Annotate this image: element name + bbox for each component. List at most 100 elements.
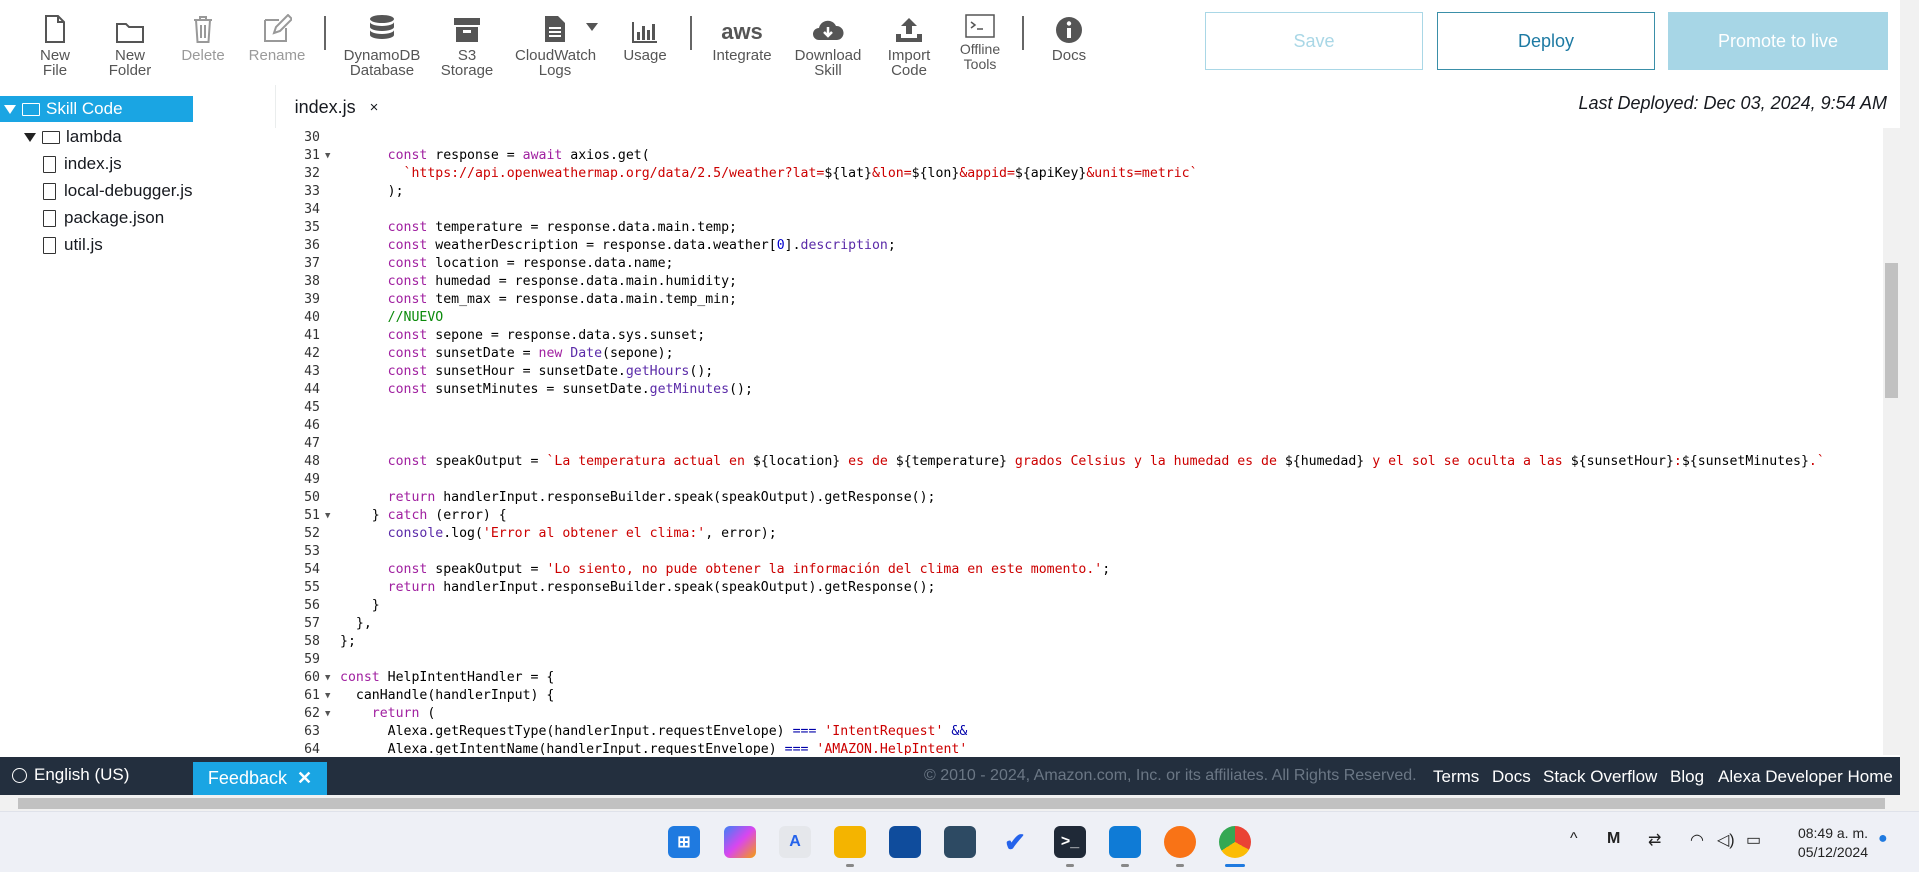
code-line[interactable]: 31 ▼ const response = await axios.get( — [275, 147, 1875, 165]
code-line[interactable]: 61 ▼ canHandle(handlerInput) { — [275, 687, 1875, 705]
tree-folder-lambda[interactable]: lambda — [20, 124, 122, 150]
chrome-icon[interactable] — [1219, 826, 1251, 858]
horizontal-scrollbar-thumb[interactable] — [18, 798, 1885, 809]
code-editor[interactable]: 30 31 ▼ const response = await axios.get(3… — [275, 128, 1890, 755]
code-line[interactable]: 52 console.log('Error al obtener el clim… — [275, 525, 1875, 543]
new-folder-button[interactable]: New Folder — [90, 8, 170, 78]
code-line[interactable]: 64 Alexa.getIntentName(handlerInput.requ… — [275, 741, 1875, 755]
footer-link-docs[interactable]: Docs — [1492, 767, 1531, 787]
translate-app-icon[interactable]: A — [779, 826, 811, 858]
import-code-button[interactable]: Import Code — [869, 8, 949, 78]
tree-file[interactable]: local-debugger.js — [43, 178, 193, 204]
tab-index-js[interactable]: index.js × — [275, 85, 397, 129]
code-line[interactable]: 58}; — [275, 633, 1875, 651]
integrate-button[interactable]: aws Integrate — [702, 8, 782, 64]
code-line[interactable]: 39 const tem_max = response.data.main.te… — [275, 291, 1875, 309]
code-line[interactable]: 55 return handlerInput.responseBuilder.s… — [275, 579, 1875, 597]
code-line[interactable]: 60 ▼ const HelpIntentHandler = { — [275, 669, 1875, 687]
vscode-icon[interactable] — [1109, 826, 1141, 858]
fold-toggle-icon[interactable]: ▼ — [325, 507, 330, 525]
code-line[interactable]: 43 const sunsetHour = sunsetDate.getHour… — [275, 363, 1875, 381]
fold-toggle-icon[interactable]: ▼ — [325, 705, 330, 723]
deploy-button[interactable]: Deploy — [1437, 12, 1655, 70]
volume-icon[interactable]: ◁) — [1717, 830, 1735, 850]
store-icon[interactable] — [889, 826, 921, 858]
new-file-icon — [45, 15, 65, 43]
code-line[interactable]: 63 Alexa.getRequestType(handlerInput.req… — [275, 723, 1875, 741]
s3-button[interactable]: S3 Storage — [427, 8, 507, 78]
code-line[interactable]: 48 const speakOutput = `La temperatura a… — [275, 453, 1875, 471]
chevron-down-icon[interactable] — [585, 22, 599, 32]
code-line[interactable]: 56 } — [275, 597, 1875, 615]
code-line[interactable]: 35 const temperature = response.data.mai… — [275, 219, 1875, 237]
fold-toggle-icon[interactable]: ▼ — [325, 669, 330, 687]
copilot-icon[interactable] — [724, 826, 756, 858]
new-file-button[interactable]: New File — [15, 8, 95, 78]
tree-file[interactable]: package.json — [43, 205, 164, 231]
tree-file[interactable]: index.js — [43, 151, 122, 177]
code-line[interactable]: 41 const sepone = response.data.sys.suns… — [275, 327, 1875, 345]
code-line[interactable]: 49 — [275, 471, 1875, 489]
usage-button[interactable]: Usage — [605, 8, 685, 63]
settings-tray-icon[interactable]: ⇄ — [1648, 830, 1661, 850]
code-line[interactable]: 44 const sunsetMinutes = sunsetDate.getM… — [275, 381, 1875, 399]
cloudwatch-button[interactable]: CloudWatch Logs — [515, 8, 596, 78]
code-line[interactable]: 59 — [275, 651, 1875, 669]
code-line[interactable]: 33 ); — [275, 183, 1875, 201]
code-line[interactable]: 42 const sunsetDate = new Date(sepone); — [275, 345, 1875, 363]
page-scrollbar[interactable] — [1900, 0, 1919, 795]
delete-button[interactable]: Delete — [163, 8, 243, 63]
chevron-up-icon[interactable]: ^ — [1570, 830, 1578, 848]
notification-bell-icon[interactable]: ● — [1878, 830, 1888, 848]
todo-icon[interactable]: ✔ — [999, 826, 1031, 858]
code-line[interactable]: 54 const speakOutput = 'Lo siento, no pu… — [275, 561, 1875, 579]
code-line[interactable]: 45 — [275, 399, 1875, 417]
editor-scrollbar-thumb[interactable] — [1885, 263, 1898, 398]
windows-start-icon[interactable]: ⊞ — [668, 826, 700, 858]
expand-triangle-icon[interactable] — [4, 104, 16, 114]
feedback-button[interactable]: Feedback ✕ — [193, 762, 327, 795]
firefox-icon[interactable] — [1164, 826, 1196, 858]
save-button[interactable]: Save — [1205, 12, 1423, 70]
code-line[interactable]: 36 const weatherDescription = response.d… — [275, 237, 1875, 255]
system-clock[interactable]: 08:49 a. m. 05/12/2024 — [1788, 824, 1868, 862]
offline-tools-button[interactable]: Offline Tools — [940, 8, 1020, 72]
code-line[interactable]: 32 `https://api.openweathermap.org/data/… — [275, 165, 1875, 183]
docs-button[interactable]: Docs — [1029, 8, 1109, 63]
code-line[interactable]: 40 //NUEVO — [275, 309, 1875, 327]
tree-root-skill-code[interactable]: Skill Code — [0, 96, 193, 122]
promote-to-live-button[interactable]: Promote to live — [1668, 12, 1888, 70]
terminal-icon[interactable]: >_ — [1054, 826, 1086, 858]
file-explorer-icon[interactable] — [834, 826, 866, 858]
app-tray-icon[interactable]: M — [1607, 830, 1620, 848]
code-line[interactable]: 57 }, — [275, 615, 1875, 633]
fold-toggle-icon[interactable]: ▼ — [325, 147, 330, 165]
battery-icon[interactable]: ▭ — [1746, 830, 1761, 850]
wifi-icon[interactable]: ◠ — [1690, 830, 1704, 850]
footer-link-alexa-developer-home[interactable]: Alexa Developer Home — [1718, 767, 1893, 787]
code-line[interactable]: 51 ▼ } catch (error) { — [275, 507, 1875, 525]
rename-button[interactable]: Rename — [237, 8, 317, 63]
language-selector[interactable]: English (US) — [12, 765, 129, 785]
code-line[interactable]: 34 — [275, 201, 1875, 219]
code-line[interactable]: 62 ▼ return ( — [275, 705, 1875, 723]
footer-link-terms[interactable]: Terms — [1433, 767, 1479, 787]
footer-link-stack-overflow[interactable]: Stack Overflow — [1543, 767, 1657, 787]
app-icon[interactable] — [944, 826, 976, 858]
editor-scrollbar[interactable] — [1883, 128, 1900, 755]
code-line[interactable]: 50 return handlerInput.responseBuilder.s… — [275, 489, 1875, 507]
code-line[interactable]: 46 — [275, 417, 1875, 435]
close-icon[interactable]: × — [370, 99, 379, 116]
code-line[interactable]: 53 — [275, 543, 1875, 561]
code-line[interactable]: 47 — [275, 435, 1875, 453]
code-line[interactable]: 37 const location = response.data.name; — [275, 255, 1875, 273]
footer-link-blog[interactable]: Blog — [1670, 767, 1704, 787]
close-icon[interactable]: ✕ — [297, 768, 312, 789]
code-line[interactable]: 30 — [275, 129, 1875, 147]
expand-triangle-icon[interactable] — [24, 132, 36, 142]
dynamodb-button[interactable]: DynamoDB Database — [342, 8, 422, 78]
code-line[interactable]: 38 const humedad = response.data.main.hu… — [275, 273, 1875, 291]
tree-file[interactable]: util.js — [43, 232, 103, 258]
fold-toggle-icon[interactable]: ▼ — [325, 687, 330, 705]
download-skill-button[interactable]: Download Skill — [788, 8, 868, 78]
